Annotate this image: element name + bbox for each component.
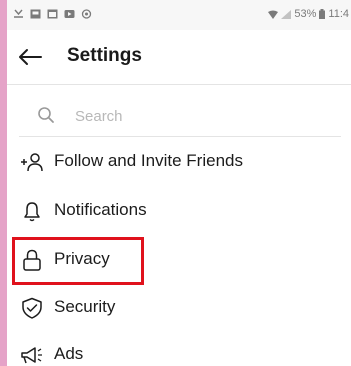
menu-item-label: Security: [54, 297, 116, 316]
megaphone-icon: [21, 347, 42, 364]
menu-item-notifications[interactable]: Notifications: [7, 190, 351, 232]
image-icon: [30, 9, 41, 19]
status-bar: 53% 11:4: [7, 0, 351, 30]
menu-item-privacy[interactable]: Privacy: [7, 239, 351, 281]
bell-icon: [24, 202, 40, 222]
signal-icon: [281, 9, 292, 19]
back-arrow-icon[interactable]: [17, 47, 43, 67]
search-bar[interactable]: [19, 96, 341, 137]
wifi-icon: [268, 10, 279, 19]
battery-icon: [319, 9, 326, 19]
menu-item-ads[interactable]: Ads: [7, 334, 351, 366]
add-person-icon: [21, 153, 43, 172]
menu-item-label: Privacy: [54, 249, 110, 268]
page-title: Settings: [67, 45, 142, 66]
menu-item-label: Notifications: [54, 200, 147, 219]
video-icon: [64, 10, 75, 18]
search-input[interactable]: [75, 105, 325, 127]
battery-percent: 53%: [294, 8, 317, 20]
download-icon: [14, 9, 23, 18]
status-notification-icons: [13, 9, 92, 19]
menu-item-label: Follow and Invite Friends: [54, 151, 243, 170]
shield-icon: [22, 297, 42, 319]
phone-screen: 53% 11:4 Settings Follow and Invite Frie…: [7, 0, 351, 366]
search-icon: [38, 107, 54, 123]
menu-item-follow-invite-friends[interactable]: Follow and Invite Friends: [7, 141, 351, 183]
menu-item-security[interactable]: Security: [7, 287, 351, 329]
app-icon: [47, 9, 58, 19]
lock-icon: [23, 249, 41, 271]
menu-item-label: Ads: [54, 344, 84, 363]
status-time: 11:4: [328, 8, 349, 20]
status-system-info: 53% 11:4: [268, 8, 349, 20]
settings-header: Settings: [7, 30, 351, 85]
camera-icon: [81, 9, 92, 19]
